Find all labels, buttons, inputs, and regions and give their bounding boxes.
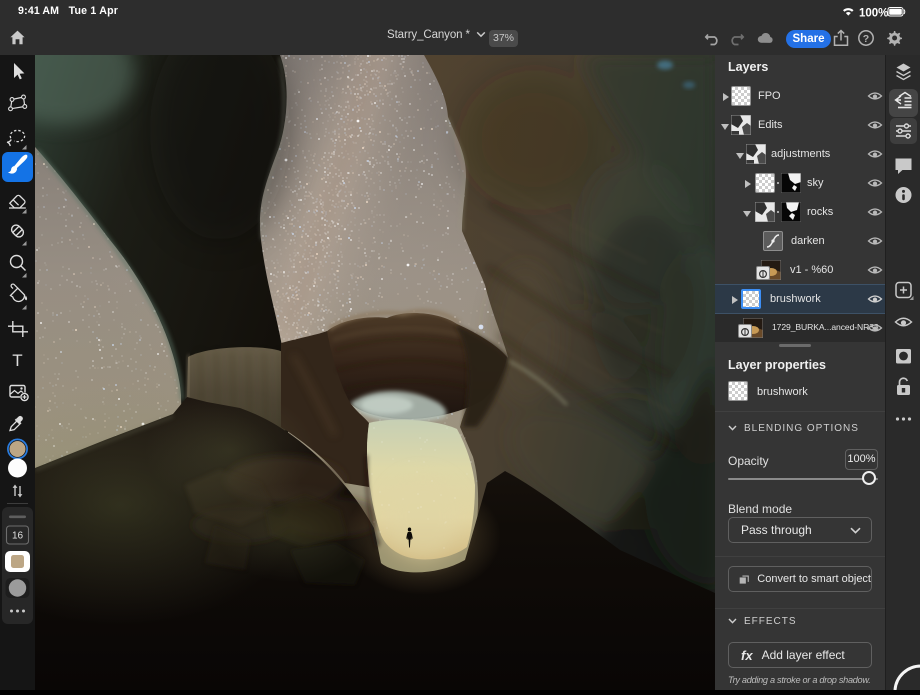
- svg-text:100%: 100%: [859, 8, 888, 20]
- svg-text:T: T: [12, 351, 22, 370]
- svg-text:?: ?: [863, 33, 869, 45]
- svg-text:16: 16: [12, 531, 24, 542]
